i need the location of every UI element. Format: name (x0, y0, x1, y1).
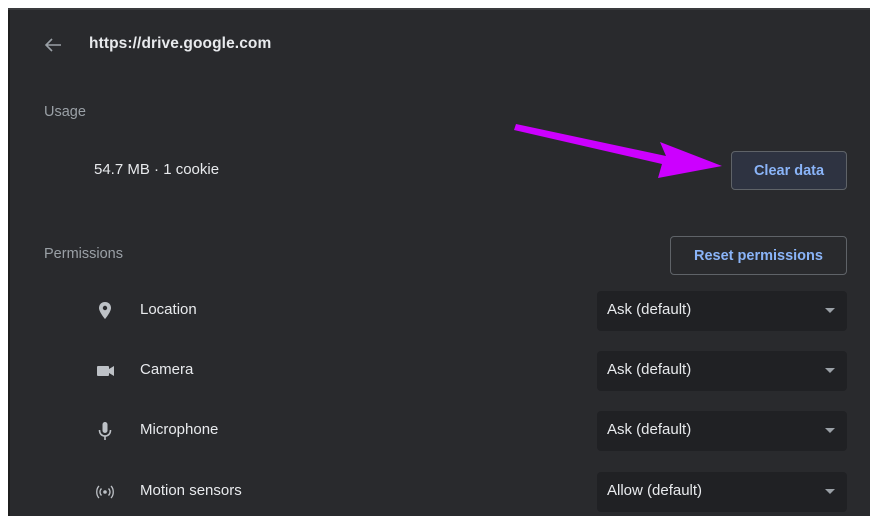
permissions-heading: Permissions (44, 246, 123, 262)
usage-heading: Usage (44, 104, 86, 120)
permission-row-camera: Camera Ask (default) (0, 351, 870, 391)
permission-name: Motion sensors (140, 482, 242, 499)
select-value: Ask (default) (607, 421, 692, 438)
select-value: Ask (default) (607, 301, 692, 318)
chevron-down-icon (825, 368, 835, 373)
camera-select[interactable]: Ask (default) (597, 351, 847, 391)
motion-sensors-icon (96, 485, 114, 499)
chevron-down-icon (825, 489, 835, 494)
microphone-select[interactable]: Ask (default) (597, 411, 847, 451)
microphone-icon (98, 422, 112, 440)
site-header: https://drive.google.com (10, 10, 870, 80)
chevron-down-icon (825, 428, 835, 433)
site-url: https://drive.google.com (89, 35, 272, 52)
clear-data-button[interactable]: Clear data (731, 151, 847, 190)
location-pin-icon (99, 302, 111, 319)
motion-sensors-select[interactable]: Allow (default) (597, 472, 847, 512)
site-settings-panel: https://drive.google.com Usage 54.7 MB ·… (0, 0, 870, 516)
location-select[interactable]: Ask (default) (597, 291, 847, 331)
permission-name: Camera (140, 361, 194, 378)
arrow-left-icon[interactable] (44, 37, 62, 53)
reset-permissions-button[interactable]: Reset permissions (670, 236, 847, 275)
permission-row-motion-sensors: Motion sensors Allow (default) (0, 472, 870, 512)
usage-value: 54.7 MB · 1 cookie (94, 161, 220, 178)
chevron-down-icon (825, 308, 835, 313)
permission-row-microphone: Microphone Ask (default) (0, 411, 870, 451)
select-value: Allow (default) (607, 482, 703, 499)
permission-name: Location (140, 301, 197, 318)
select-value: Ask (default) (607, 361, 692, 378)
permission-name: Microphone (140, 421, 219, 438)
camera-icon (97, 366, 114, 376)
annotation-arrow (514, 124, 722, 178)
permission-row-location: Location Ask (default) (0, 291, 870, 331)
